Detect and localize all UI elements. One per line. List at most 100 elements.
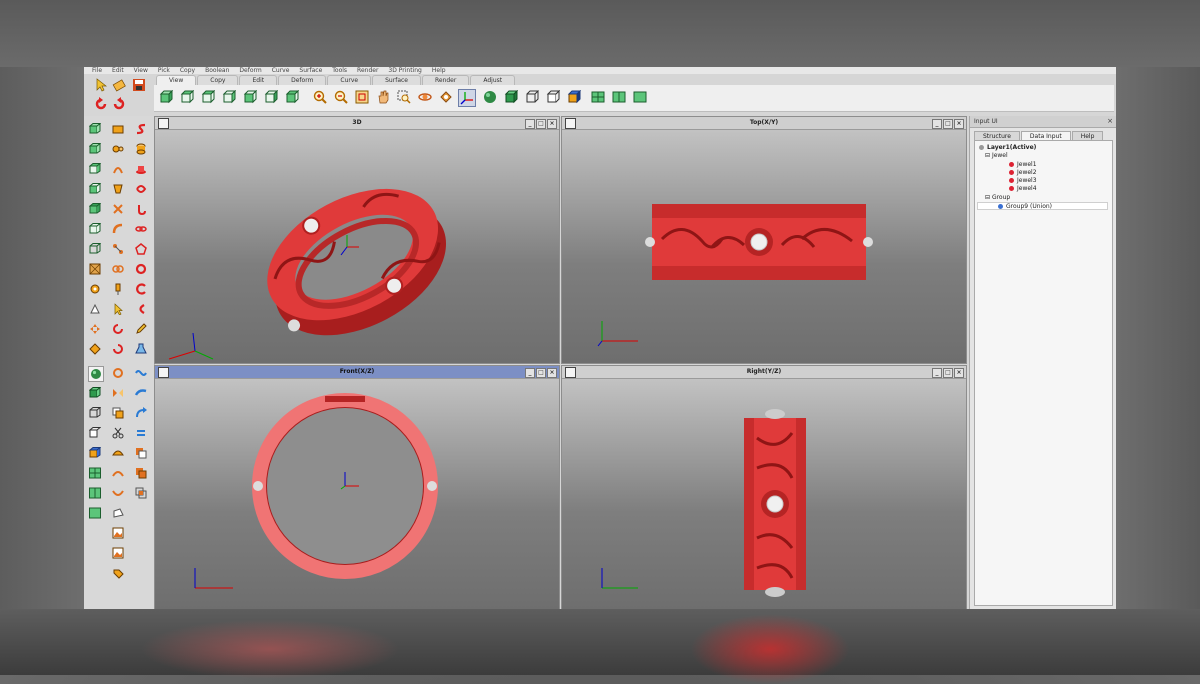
pointer-icon[interactable]: [94, 77, 108, 92]
s-curve-icon[interactable]: [134, 122, 148, 136]
scale-icon[interactable]: [88, 342, 102, 356]
network-icon[interactable]: [111, 242, 125, 256]
close-button[interactable]: ×: [547, 368, 557, 378]
tree-item-jewel2[interactable]: Jewel2: [1009, 169, 1037, 177]
array-icon[interactable]: [111, 366, 125, 380]
tree-item-jewel3[interactable]: Jewel3: [1009, 177, 1037, 185]
wave-icon[interactable]: [134, 386, 148, 400]
texture-box-icon[interactable]: [88, 262, 102, 276]
rotate-view-icon[interactable]: [417, 89, 433, 105]
menu-view[interactable]: View: [134, 67, 148, 74]
menu-tools[interactable]: Tools: [332, 67, 347, 74]
rotate-icon[interactable]: [111, 342, 125, 356]
close-icon[interactable]: ×: [1107, 116, 1113, 127]
wave-icon[interactable]: [134, 366, 148, 380]
close-button[interactable]: ×: [954, 119, 964, 129]
view-cube-iso-icon[interactable]: [284, 89, 300, 105]
view-cube-icon[interactable]: [565, 118, 576, 129]
wireframe-box-icon[interactable]: [524, 89, 540, 105]
axis-icon[interactable]: [458, 89, 476, 107]
view-cube-back-icon[interactable]: [179, 89, 195, 105]
green-box-icon[interactable]: [88, 386, 102, 400]
close-button[interactable]: ×: [547, 119, 557, 129]
menu-file[interactable]: File: [92, 67, 102, 74]
copy-icon[interactable]: [111, 406, 125, 420]
menu-surface[interactable]: Surface: [299, 67, 322, 74]
scissors-icon[interactable]: [111, 426, 125, 440]
layout-grid-icon[interactable]: [88, 466, 102, 480]
close-button[interactable]: ×: [954, 368, 964, 378]
view-cube-bottom-icon[interactable]: [221, 89, 237, 105]
tree-item-jewel1[interactable]: Jewel1: [1009, 161, 1037, 169]
restore-button[interactable]: □: [943, 119, 953, 129]
menu-pick[interactable]: Pick: [158, 67, 170, 74]
mirror-icon[interactable]: [111, 386, 125, 400]
viewport-3d[interactable]: 3D _ □ ×: [154, 116, 560, 364]
tree-item-jewel-group[interactable]: ⊟ Jewel: [985, 152, 1008, 160]
loft-icon[interactable]: [111, 182, 125, 196]
material-box-icon[interactable]: [88, 446, 102, 460]
arc-icon[interactable]: [134, 282, 148, 296]
hidden-box-icon[interactable]: [88, 426, 102, 440]
ring-icon[interactable]: [134, 262, 148, 276]
layout-split-icon[interactable]: [88, 486, 102, 500]
menu-help[interactable]: Help: [432, 67, 446, 74]
minimize-button[interactable]: _: [932, 368, 942, 378]
menu-render[interactable]: Render: [357, 67, 378, 74]
pointer-icon[interactable]: [111, 302, 125, 316]
restore-button[interactable]: □: [536, 368, 546, 378]
chain-icon[interactable]: [134, 222, 148, 236]
polygon-icon[interactable]: [111, 506, 125, 520]
box-primitive-icon[interactable]: [88, 182, 102, 196]
curve-icon[interactable]: [111, 466, 125, 480]
link-icon[interactable]: [111, 262, 125, 276]
menu-copy[interactable]: Copy: [180, 67, 195, 74]
tree-item-group[interactable]: ⊟ Group: [985, 194, 1010, 202]
twist-arrow-icon[interactable]: [134, 426, 148, 440]
move-icon[interactable]: [88, 322, 102, 336]
twist-icon[interactable]: [111, 202, 125, 216]
gear-icon[interactable]: [88, 282, 102, 296]
sweep-icon[interactable]: [111, 162, 125, 176]
material-box-icon[interactable]: [566, 89, 582, 105]
pin-icon[interactable]: [111, 282, 125, 296]
cylinder-icon[interactable]: [134, 142, 148, 156]
zoom-extents-icon[interactable]: [354, 89, 370, 105]
view-cube-icon[interactable]: [158, 367, 169, 378]
bend-icon[interactable]: [111, 222, 125, 236]
zoom-in-icon[interactable]: [312, 89, 328, 105]
redo-icon[interactable]: [112, 96, 126, 110]
hook-icon[interactable]: [134, 202, 148, 216]
tree-item-group9[interactable]: Group9 (Union): [977, 202, 1108, 210]
boolean-intersect-icon[interactable]: [134, 486, 148, 500]
box-primitive-icon[interactable]: [88, 162, 102, 176]
viewport-top[interactable]: Top(X/Y) _ □ ×: [561, 116, 967, 364]
restore-button[interactable]: □: [943, 368, 953, 378]
flask-icon[interactable]: [134, 342, 148, 356]
hidden-line-box-icon[interactable]: [545, 89, 561, 105]
knot-icon[interactable]: [134, 182, 148, 196]
wire-box-icon[interactable]: [88, 406, 102, 420]
minimize-button[interactable]: _: [525, 368, 535, 378]
tag-icon[interactable]: [111, 566, 125, 580]
menu-boolean[interactable]: Boolean: [205, 67, 229, 74]
boolean-union-icon[interactable]: [134, 466, 148, 480]
boolean-subtract-icon[interactable]: [134, 446, 148, 460]
solid-box-icon[interactable]: [503, 89, 519, 105]
rotate-icon[interactable]: [111, 322, 125, 336]
menu-curve[interactable]: Curve: [272, 67, 290, 74]
save-icon[interactable]: [132, 77, 146, 91]
menu-3d-printing[interactable]: 3D Printing: [388, 67, 421, 74]
sphere-tool-icon[interactable]: [88, 366, 104, 382]
tree-item-layer[interactable]: Layer1(Active): [979, 144, 1036, 152]
pencil-icon[interactable]: [134, 322, 148, 336]
undo-icon[interactable]: [94, 96, 108, 110]
view-cube-left-icon[interactable]: [242, 89, 258, 105]
box-primitive-icon[interactable]: [88, 122, 102, 136]
c-curve-icon[interactable]: [134, 302, 148, 316]
viewport-front[interactable]: Front(X/Z) _ □ ×: [154, 365, 560, 609]
select-triangle-icon[interactable]: [88, 302, 102, 316]
box-primitive-icon[interactable]: [88, 142, 102, 156]
layout-two-horizontal-icon[interactable]: [590, 89, 606, 105]
shape-icon[interactable]: [111, 446, 125, 460]
